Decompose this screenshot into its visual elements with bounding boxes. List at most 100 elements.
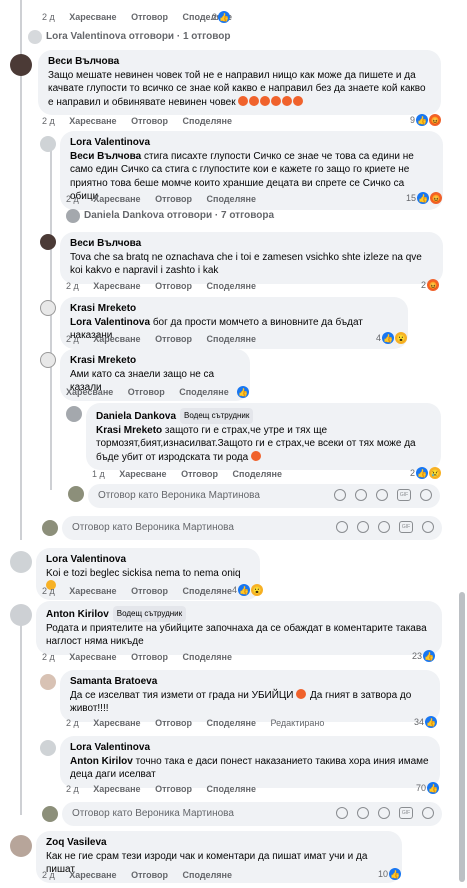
share-button[interactable]: Споделяне [183, 586, 232, 596]
share-button[interactable]: Споделяне [179, 387, 228, 397]
like-button[interactable]: Харесване [93, 784, 140, 794]
author-name[interactable]: Веси Вълчова [48, 55, 431, 69]
reaction-count[interactable]: 34 👍 [414, 716, 438, 728]
reply-button[interactable]: Отговор [131, 870, 168, 880]
reaction-count[interactable]: 4 👍 😮 [232, 584, 264, 596]
reply-button[interactable]: Отговор [155, 784, 192, 794]
emoji-icon[interactable] [355, 489, 367, 501]
like-icon: 👍 [389, 868, 402, 880]
sticker-icon[interactable] [420, 489, 432, 501]
reaction-count[interactable]: 2 👍 [212, 11, 231, 23]
action-row: 2 д Харесване Отговор Споделяне [42, 116, 244, 126]
like-button[interactable]: Харесване [69, 586, 116, 596]
view-replies-link[interactable]: Lora Valentinova отговори · 1 отговор [46, 31, 230, 42]
action-row: 2 д Харесване Отговор Споделяне [42, 870, 244, 880]
like-button[interactable]: Харесване [69, 870, 116, 880]
reaction-count[interactable]: 23 👍 [412, 650, 436, 662]
reaction-count[interactable]: 👍 [236, 386, 249, 398]
avatar[interactable] [66, 406, 82, 422]
reply-button[interactable]: Отговор [131, 12, 168, 22]
reply-input[interactable]: Отговор като Вероника Мартинова GIF [88, 484, 440, 508]
camera-icon[interactable] [376, 489, 388, 501]
like-button[interactable]: Харесване [66, 387, 113, 397]
gif-icon[interactable]: GIF [399, 521, 413, 533]
reply-input[interactable]: Отговор като Вероника Мартинова GIF [62, 802, 442, 826]
author-name[interactable]: Daniela Dankova Водещ сътрудник [96, 408, 431, 424]
comment-text: Tova che sa bratq ne oznachava che i toi… [70, 251, 422, 277]
reaction-count[interactable]: 4 👍 😮 [376, 332, 408, 344]
avatar[interactable] [10, 835, 32, 857]
avatar[interactable] [40, 234, 56, 250]
reaction-count[interactable]: 70 👍 [416, 782, 440, 794]
sticker-icon[interactable] [422, 807, 434, 819]
reaction-count[interactable]: 15 👍 😡 [406, 192, 443, 204]
avatar[interactable] [10, 604, 32, 626]
author-name[interactable]: Lora Valentinova [46, 553, 250, 567]
emoji-icon[interactable] [357, 807, 369, 819]
like-button[interactable]: Харесване [69, 652, 116, 662]
avatar[interactable] [40, 136, 56, 152]
mention-tag[interactable]: Lora Valentinova [70, 317, 150, 328]
input-icons: GIF [336, 807, 434, 819]
reaction-count[interactable]: 9 👍 😡 [410, 114, 442, 126]
like-button[interactable]: Харесване [69, 12, 116, 22]
like-button[interactable]: Харесване [93, 281, 140, 291]
reply-button[interactable]: Отговор [155, 334, 192, 344]
reply-button[interactable]: Отговор [155, 718, 192, 728]
avatar-sticker-icon[interactable] [334, 489, 346, 501]
mention-tag[interactable]: Krasi Mreketo [96, 425, 162, 436]
scrollbar[interactable] [459, 592, 465, 882]
avatar[interactable] [40, 300, 56, 316]
like-button[interactable]: Харесване [119, 469, 166, 479]
author-name[interactable]: Krasi Mreketo [70, 302, 398, 316]
reply-input[interactable]: Отговор като Вероника Мартинова GIF [62, 516, 442, 540]
like-button[interactable]: Харесване [93, 334, 140, 344]
share-button[interactable]: Споделяне [207, 334, 256, 344]
gif-icon[interactable]: GIF [399, 807, 413, 819]
author-name[interactable]: Zoq Vasileva [46, 836, 392, 850]
reaction-count[interactable]: 2 👍 😢 [410, 467, 442, 479]
avatar[interactable] [10, 551, 32, 573]
author-name[interactable]: Samanta Bratoeva [70, 675, 430, 689]
reply-button[interactable]: Отговор [128, 387, 165, 397]
gif-icon[interactable]: GIF [397, 489, 411, 501]
author-name[interactable]: Lora Valentinova [70, 136, 433, 150]
avatar[interactable] [40, 352, 56, 368]
author-name[interactable]: Anton Kirilov Водещ сътрудник [46, 606, 432, 622]
mention-tag[interactable]: Веси Вълчова [70, 151, 141, 162]
like-button[interactable]: Харесване [69, 116, 116, 126]
reply-button[interactable]: Отговор [181, 469, 218, 479]
camera-icon[interactable] [378, 521, 390, 533]
reaction-count[interactable]: 10 👍 [378, 868, 402, 880]
author-name[interactable]: Веси Вълчова [70, 237, 433, 251]
avatar[interactable] [10, 54, 32, 76]
reaction-count[interactable]: 2 😡 [421, 279, 440, 291]
share-button[interactable]: Споделяне [207, 784, 256, 794]
author-name[interactable]: Lora Valentinova [70, 741, 430, 755]
view-replies-link[interactable]: Daniela Dankova отговори · 7 отговора [84, 210, 274, 221]
share-button[interactable]: Споделяне [183, 116, 232, 126]
like-button[interactable]: Харесване [93, 718, 140, 728]
share-button[interactable]: Споделяне [233, 469, 282, 479]
reply-button[interactable]: Отговор [131, 652, 168, 662]
sticker-icon[interactable] [422, 521, 434, 533]
reply-button[interactable]: Отговор [131, 586, 168, 596]
avatar-sticker-icon[interactable] [336, 521, 348, 533]
reply-button[interactable]: Отговор [131, 116, 168, 126]
like-button[interactable]: Харесване [93, 194, 140, 204]
author-name[interactable]: Krasi Mreketo [70, 354, 240, 368]
share-button[interactable]: Споделяне [183, 652, 232, 662]
share-button[interactable]: Споделяне [207, 194, 256, 204]
action-row: 2 д Харесване Отговор Споделяне [66, 784, 268, 794]
emoji-icon[interactable] [357, 521, 369, 533]
camera-icon[interactable] [378, 807, 390, 819]
avatar[interactable] [40, 674, 56, 690]
reply-button[interactable]: Отговор [155, 194, 192, 204]
share-button[interactable]: Споделяне [207, 718, 256, 728]
mention-tag[interactable]: Anton Kirilov [70, 756, 133, 767]
avatar[interactable] [40, 740, 56, 756]
avatar-sticker-icon[interactable] [336, 807, 348, 819]
share-button[interactable]: Споделяне [183, 870, 232, 880]
reply-button[interactable]: Отговор [155, 281, 192, 291]
share-button[interactable]: Споделяне [207, 281, 256, 291]
